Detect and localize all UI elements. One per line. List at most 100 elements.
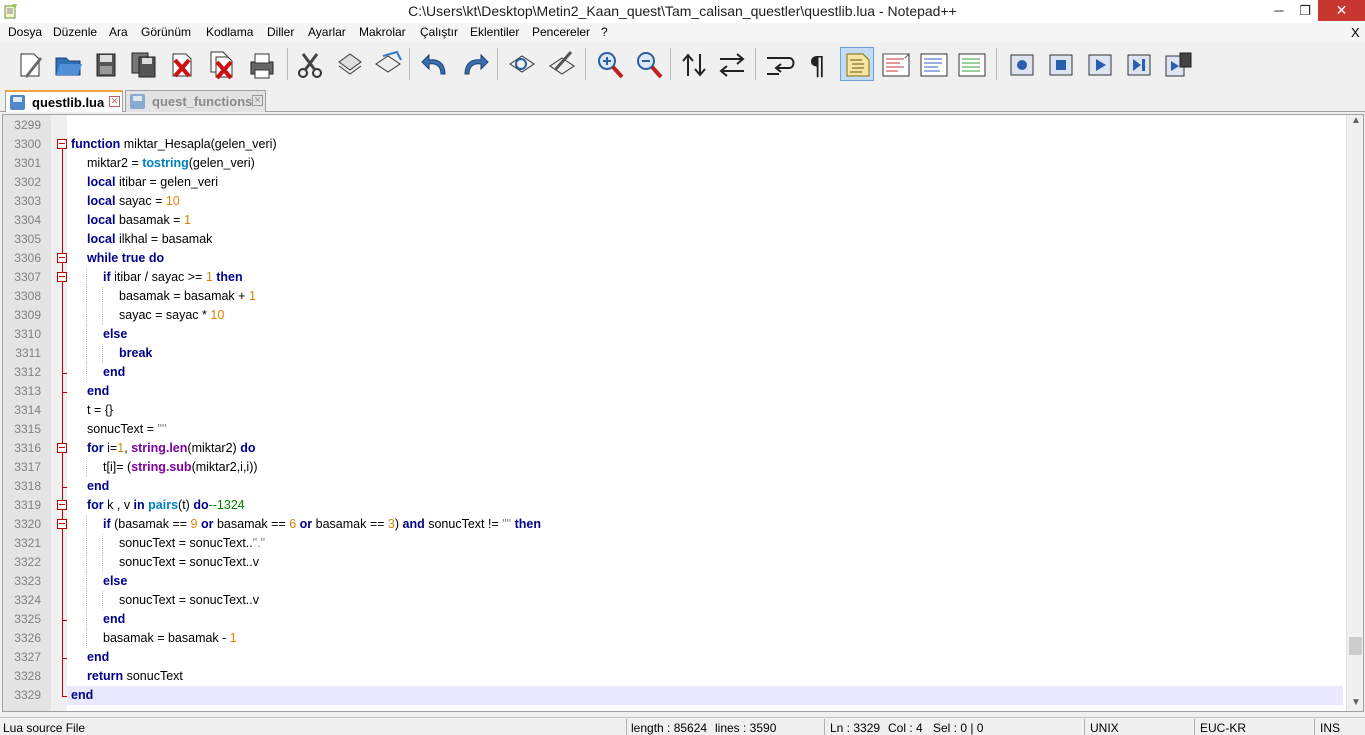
fold-toggle-icon[interactable] (57, 253, 67, 263)
vertical-scrollbar[interactable]: ▲ ▼ (1346, 115, 1363, 711)
user-lang-icon[interactable] (878, 47, 912, 81)
save-macro-icon[interactable] (1160, 47, 1194, 81)
zoom-in-icon[interactable] (592, 47, 626, 81)
save-all-icon[interactable] (126, 47, 160, 81)
code-line[interactable]: 3309 sayac = sayac * 10 (3, 306, 1343, 325)
code-line[interactable]: 3302 local itibar = gelen_veri (3, 173, 1343, 192)
scroll-down-icon[interactable]: ▼ (1351, 697, 1361, 708)
scroll-up-icon[interactable]: ▲ (1351, 115, 1361, 126)
close-window-button[interactable]: ✕ (1318, 0, 1365, 21)
menu-gorunum[interactable]: Görünüm (141, 25, 191, 39)
status-separator (1314, 719, 1315, 735)
code-line[interactable]: 3322 sonucText = sonucText..v (3, 553, 1343, 572)
eol-format[interactable]: UNIX (1090, 721, 1119, 735)
open-file-icon[interactable] (50, 47, 84, 81)
tab-questlib[interactable]: questlib.lua ✕ (5, 90, 123, 112)
fold-toggle-icon[interactable] (57, 519, 67, 529)
fold-toggle-icon[interactable] (57, 272, 67, 282)
paste-icon[interactable] (370, 47, 404, 81)
code-line[interactable]: 3308 basamak = basamak + 1 (3, 287, 1343, 306)
menu-diller[interactable]: Diller (267, 25, 294, 39)
code-line[interactable]: 3326 basamak = basamak - 1 (3, 629, 1343, 648)
find-icon[interactable] (504, 47, 538, 81)
code-line[interactable]: 3307 if itibar / sayac >= 1 then (3, 268, 1343, 287)
code-line[interactable]: 3312 end (3, 363, 1343, 382)
copy-icon[interactable] (332, 47, 366, 81)
code-line[interactable]: 3318 end (3, 477, 1343, 496)
code-line[interactable]: 3327 end (3, 648, 1343, 667)
code-line[interactable]: 3328 return sonucText (3, 667, 1343, 686)
code-line[interactable]: 3300 function miktar_Hesapla(gelen_veri) (3, 135, 1343, 154)
maximize-button[interactable]: ❐ (1292, 0, 1318, 21)
tab-quest-functions[interactable]: quest_functions ✕ (125, 90, 266, 112)
code-line[interactable]: 3329 end (3, 686, 1343, 705)
code-line[interactable]: 3323 else (3, 572, 1343, 591)
code-line[interactable]: 3311 break (3, 344, 1343, 363)
code-line[interactable]: 3315 sonucText = "" (3, 420, 1343, 439)
menu-ayarlar[interactable]: Ayarlar (308, 25, 346, 39)
record-macro-icon[interactable] (1004, 47, 1038, 81)
menu-pencereler[interactable]: Pencereler (532, 25, 590, 39)
play-macro-icon[interactable] (1082, 47, 1116, 81)
code-line[interactable]: 3306 while true do (3, 249, 1343, 268)
code-line[interactable]: 3325 end (3, 610, 1343, 629)
run-macro-multiple-icon[interactable] (1121, 47, 1155, 81)
code-line[interactable]: 3321 sonucText = sonucText.."." (3, 534, 1343, 553)
close-tab-icon[interactable]: ✕ (109, 96, 120, 107)
fold-toggle-icon[interactable] (57, 500, 67, 510)
print-icon[interactable] (244, 47, 278, 81)
sync-horizontal-icon[interactable] (714, 47, 748, 81)
show-all-chars-icon[interactable]: ¶ (800, 47, 834, 82)
function-list-icon[interactable] (954, 47, 988, 81)
stop-macro-icon[interactable] (1043, 47, 1077, 81)
code-line[interactable]: 3304 local basamak = 1 (3, 211, 1343, 230)
code-line[interactable]: 3305 local ilkhal = basamak (3, 230, 1343, 249)
fold-toggle-icon[interactable] (57, 139, 67, 149)
code-line[interactable]: 3303 local sayac = 10 (3, 192, 1343, 211)
scroll-thumb[interactable] (1349, 637, 1362, 655)
word-wrap-icon[interactable] (762, 47, 796, 81)
menu-dosya[interactable]: Dosya (8, 25, 42, 39)
code-line[interactable]: 3324 sonucText = sonucText..v (3, 591, 1343, 610)
indent-guide-icon[interactable] (840, 47, 874, 81)
code-token: miktar_Hesapla(gelen_veri) (120, 137, 277, 151)
menu-kodlama[interactable]: Kodlama (206, 25, 253, 39)
fold-toggle-icon[interactable] (57, 443, 67, 453)
close-tab-icon[interactable]: ✕ (252, 95, 263, 106)
close-all-icon[interactable] (204, 47, 238, 81)
new-file-icon[interactable] (12, 47, 46, 81)
menu-makrolar[interactable]: Makrolar (359, 25, 406, 39)
line-text: local sayac = 10 (87, 194, 180, 208)
menu-calistir[interactable]: Çalıştır (420, 25, 458, 39)
code-line[interactable]: 3316 for i=1, string.len(miktar2) do (3, 439, 1343, 458)
insert-mode[interactable]: INS (1320, 721, 1340, 735)
code-line[interactable]: 3301 miktar2 = tostring(gelen_veri) (3, 154, 1343, 173)
menu-ara[interactable]: Ara (109, 25, 128, 39)
code-editor[interactable]: 3299 3300 function miktar_Hesapla(gelen_ve… (2, 114, 1364, 712)
menu-eklentiler[interactable]: Eklentiler (470, 25, 519, 39)
code-line[interactable]: 3314 t = {} (3, 401, 1343, 420)
redo-icon[interactable] (456, 47, 490, 81)
code-line[interactable]: 3320 if (basamak == 9 or basamak == 6 or … (3, 515, 1343, 534)
menu-duzenle[interactable]: Düzenle (53, 25, 97, 39)
fold-line (62, 306, 63, 325)
close-document-button[interactable]: X (1351, 25, 1360, 40)
close-icon[interactable] (164, 47, 198, 81)
code-token: end (71, 688, 94, 702)
encoding[interactable]: EUC-KR (1200, 721, 1246, 735)
replace-icon[interactable] (544, 47, 578, 81)
code-line[interactable]: 3313 end (3, 382, 1343, 401)
doc-map-icon[interactable] (916, 47, 950, 81)
code-line[interactable]: 3310 else (3, 325, 1343, 344)
cut-icon[interactable] (292, 47, 326, 81)
code-line[interactable]: 3317 t[i]= (string.sub(miktar2,i,i)) (3, 458, 1343, 477)
save-icon[interactable] (88, 47, 122, 81)
sync-vertical-icon[interactable] (676, 47, 710, 81)
minimize-button[interactable]: ─ (1266, 0, 1292, 21)
code-token: i= (103, 441, 118, 455)
zoom-out-icon[interactable] (631, 47, 665, 81)
menu-help[interactable]: ? (601, 25, 608, 39)
code-line[interactable]: 3299 (3, 116, 1343, 135)
undo-icon[interactable] (418, 47, 452, 81)
code-line[interactable]: 3319 for k , v in pairs(t) do--1324 (3, 496, 1343, 515)
